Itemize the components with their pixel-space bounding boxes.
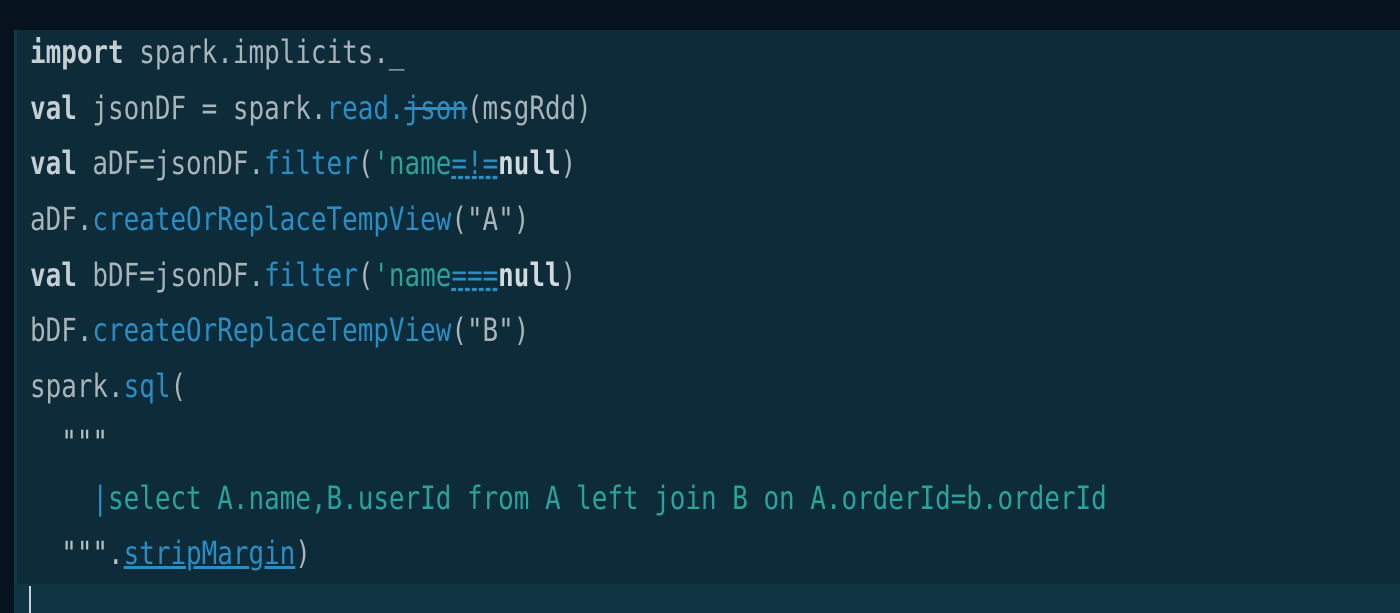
code-text: aDF=jsonDF.	[76, 144, 265, 182]
method-sql: sql	[123, 367, 171, 405]
gutter-border	[14, 30, 17, 613]
code-line-7[interactable]: spark.sql(	[30, 364, 186, 408]
code-text: )	[295, 534, 311, 572]
code-text: ("A")	[451, 200, 530, 238]
code-line-1[interactable]: import spark.implicits._	[30, 30, 405, 74]
code-line-6[interactable]: bDF.createOrReplaceTempView("B")	[30, 308, 529, 352]
null-literal: null	[498, 256, 561, 294]
code-line-9[interactable]: |select A.name,B.userId from A left join…	[30, 476, 1107, 520]
method-createOrReplaceTempView: createOrReplaceTempView	[92, 200, 452, 238]
string-delimiter: """.	[30, 534, 124, 572]
code-line-2[interactable]: val jsonDF = spark.read.json(msgRdd)	[30, 86, 592, 130]
null-literal: null	[498, 144, 561, 182]
method-read: read	[326, 89, 389, 127]
code-dot: .	[388, 89, 405, 127]
code-text: spark.implicits._	[123, 33, 405, 71]
keyword-val: val	[30, 144, 77, 182]
method-createOrReplaceTempView: createOrReplaceTempView	[92, 311, 452, 349]
operator-equal: ===	[451, 256, 499, 294]
method-json-deprecated: json	[404, 89, 467, 127]
code-text: (	[357, 144, 374, 182]
keyword-import: import	[30, 33, 124, 71]
sql-query-text: select A.name,B.userId from A left join …	[108, 479, 1107, 517]
method-filter: filter	[264, 256, 358, 294]
keyword-val: val	[30, 256, 77, 294]
code-text: (	[357, 256, 374, 294]
code-text: jsonDF = spark.	[76, 89, 327, 127]
code-text: ("B")	[451, 311, 530, 349]
code-line-5[interactable]: val bDF=jsonDF.filter('name===null)	[30, 253, 576, 297]
code-line-3[interactable]: val aDF=jsonDF.filter('name=!=null)	[30, 141, 576, 185]
operator-not-equal: =!=	[451, 144, 499, 182]
string-delimiter: """	[30, 423, 109, 461]
method-filter: filter	[264, 144, 358, 182]
current-line-highlight	[14, 584, 1400, 613]
code-line-4[interactable]: aDF.createOrReplaceTempView("A")	[30, 197, 529, 241]
margin-bar: |	[92, 479, 109, 517]
code-line-10[interactable]: """.stripMargin)	[30, 531, 311, 575]
code-text: )	[560, 256, 577, 294]
code-editor[interactable]: import spark.implicits._ val jsonDF = sp…	[0, 0, 1400, 613]
scala-symbol: 'name	[373, 144, 452, 182]
text-caret	[29, 586, 31, 613]
code-text: spark.	[30, 367, 124, 405]
code-text: bDF=jsonDF.	[76, 256, 265, 294]
keyword-val: val	[30, 89, 77, 127]
code-text: aDF.	[30, 200, 93, 238]
code-text: (	[170, 367, 187, 405]
code-line-8[interactable]: """	[30, 420, 108, 464]
code-text: )	[560, 144, 577, 182]
code-text: (msgRdd)	[466, 89, 592, 127]
method-stripMargin: stripMargin	[123, 534, 296, 572]
scala-symbol: 'name	[373, 256, 452, 294]
code-text: bDF.	[30, 311, 93, 349]
